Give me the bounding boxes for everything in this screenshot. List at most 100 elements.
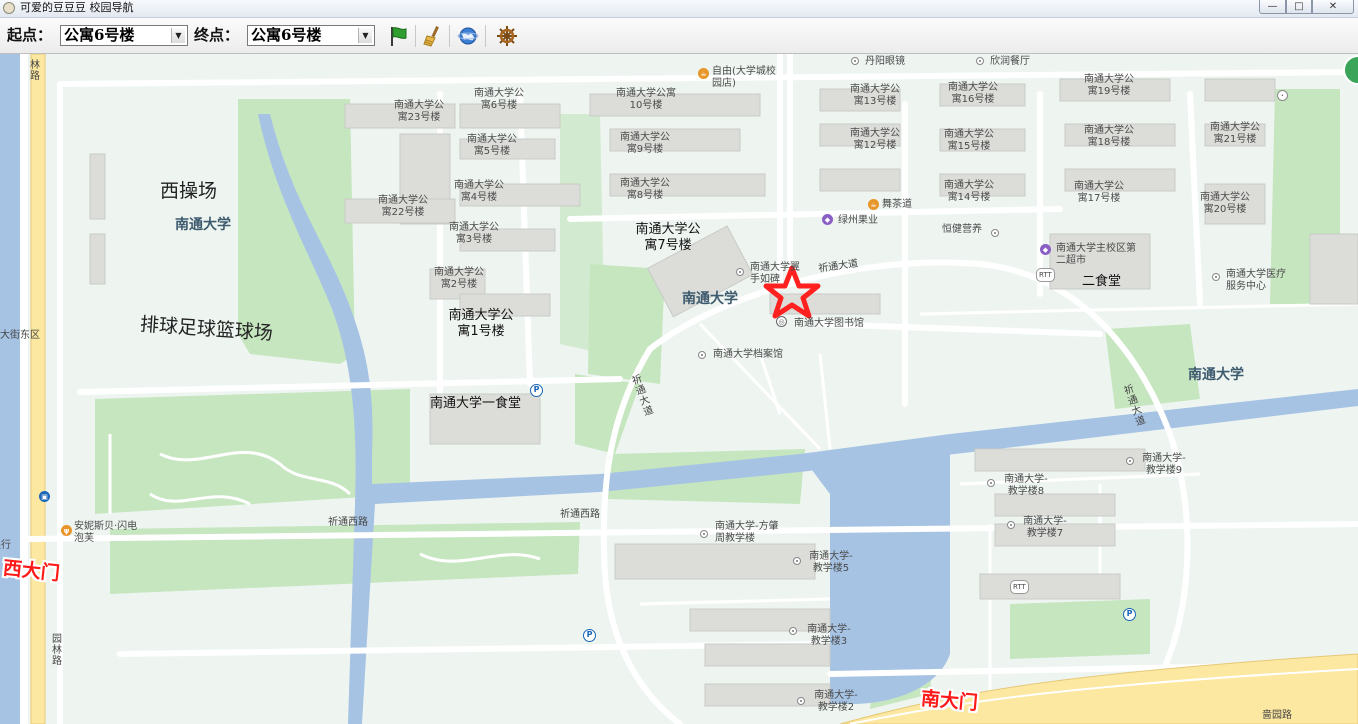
poi-marker[interactable] (976, 57, 984, 65)
dorm-label[interactable]: 南通大学公寓14号楼 (940, 180, 998, 204)
poi-marker[interactable] (991, 229, 999, 237)
parking-icon[interactable]: P (530, 384, 543, 397)
poi-marker[interactable]: · (1277, 90, 1288, 101)
poi-label: 南通大学-方肇周教学楼 (715, 521, 779, 544)
road-label: 啬园路 (1262, 710, 1292, 721)
teaching-building-label[interactable]: 南通大学-教学楼5 (805, 551, 857, 575)
poi-marker[interactable] (987, 479, 995, 487)
poi-marker[interactable] (698, 351, 706, 359)
window-controls: — □ ✕ (1259, 0, 1354, 14)
chevron-down-icon[interactable]: ▼ (171, 28, 185, 43)
poi-marker[interactable] (1212, 273, 1220, 281)
poi-label: 银行 (0, 540, 11, 551)
end-value: 公寓6号楼 (251, 26, 322, 44)
dorm-label[interactable]: 南通大学公寓19号楼 (1080, 74, 1138, 98)
restaurant-icon[interactable]: ☕ (698, 68, 709, 79)
poi-label: 舞茶道 (882, 199, 912, 210)
dorm-label[interactable]: 南通大学公寓9号楼 (618, 132, 672, 156)
campus-map[interactable]: 西操场 排球足球篮球场 南通大学 南通大学 南通大学 西大门 南大门 祈通大道 … (0, 54, 1358, 724)
poi-marker[interactable] (1007, 521, 1015, 529)
canteen-1-label[interactable]: 南通大学一食堂 (430, 396, 521, 412)
dorm-label[interactable]: 南通大学公寓4号楼 (452, 180, 506, 204)
dorm-label[interactable]: 南通大学公寓6号楼 (472, 88, 526, 112)
shop-icon[interactable]: ◆ (822, 214, 833, 225)
end-select[interactable]: 公寓6号楼 ▼ (247, 25, 375, 46)
globe-icon (457, 27, 479, 45)
dorm-label[interactable]: 南通大学公寓8号楼 (618, 178, 672, 202)
app-icon (3, 2, 15, 14)
teaching-building-label[interactable]: 南通大学-教学楼2 (810, 690, 862, 714)
toolbar-separator (415, 25, 416, 47)
dorm-label[interactable]: 南通大学公寓7号楼 (630, 222, 706, 254)
transit-badge: RTT (1010, 580, 1029, 594)
parking-icon[interactable]: P (583, 629, 596, 642)
poi-marker[interactable] (851, 57, 859, 65)
road-label: 园林路 (52, 634, 62, 667)
close-button[interactable]: ✕ (1312, 0, 1354, 14)
poi-marker[interactable] (789, 627, 797, 635)
poi-marker[interactable] (793, 557, 801, 565)
poi-label: 安妮斯贝·闪电泡芙 (74, 521, 138, 544)
teaching-building-label[interactable]: 南通大学-教学楼8 (1000, 474, 1052, 498)
dorm-label[interactable]: 南通大学公寓18号楼 (1080, 125, 1138, 149)
map-base (0, 54, 1358, 724)
west-gate-label[interactable]: 西大门 (2, 553, 62, 586)
poi-label: 南通大学档案馆 (713, 349, 783, 360)
dorm-label[interactable]: 南通大学公寓21号楼 (1206, 122, 1264, 146)
clear-button[interactable] (419, 23, 445, 49)
south-gate-label[interactable]: 南大门 (920, 684, 979, 716)
minimize-button[interactable]: — (1259, 0, 1286, 14)
restaurant-icon[interactable]: ψ (61, 525, 72, 536)
teaching-building-label[interactable]: 南通大学-教学楼9 (1138, 453, 1190, 477)
toolbar: 起点： 公寓6号楼 ▼ 终点： 公寓6号楼 ▼ (0, 18, 1358, 54)
helm-wheel-icon (497, 26, 517, 46)
dorm-label[interactable]: 南通大学公寓13号楼 (846, 84, 904, 108)
dorm-label[interactable]: 南通大学公寓22号楼 (376, 195, 430, 219)
start-value: 公寓6号楼 (64, 26, 135, 44)
west-field-label: 西操场 (160, 180, 218, 202)
start-label: 起点： (7, 26, 53, 44)
dorm-label[interactable]: 南通大学公寓5号楼 (465, 134, 519, 158)
poi-label: 自由(大学城校园店) (712, 66, 776, 89)
library-label[interactable]: 南通大学图书馆 (794, 318, 864, 330)
flag-button[interactable] (385, 23, 411, 49)
poi-label: 南通大学主校区第二超市 (1056, 243, 1136, 266)
poi-label: 恒健营养 (942, 224, 982, 235)
dorm-label[interactable]: 南通大学公寓12号楼 (846, 128, 904, 152)
dorm-label[interactable]: 南通大学公寓20号楼 (1196, 192, 1254, 216)
poi-label: 欣润餐厅 (990, 56, 1030, 67)
dorm-label[interactable]: 南通大学公寓10号楼 (614, 88, 678, 112)
road-label: 祈通西路 (328, 517, 368, 528)
university-label: 南通大学 (1188, 367, 1244, 383)
broom-icon (423, 26, 439, 47)
poi-label: 南通大学医疗服务中心 (1226, 269, 1286, 292)
teaching-building-label[interactable]: 南通大学-教学楼7 (1019, 516, 1071, 540)
poi-marker[interactable] (1126, 457, 1134, 465)
globe-button[interactable] (455, 23, 481, 49)
university-label: 南通大学 (175, 217, 231, 233)
dorm-label[interactable]: 南通大学公寓3号楼 (447, 222, 501, 246)
window-title: 可爱的豆豆豆 校园导航 (20, 1, 134, 14)
dorm-label[interactable]: 南通大学公寓17号楼 (1070, 181, 1128, 205)
bus-stop-icon[interactable]: ▣ (39, 491, 50, 502)
chevron-down-icon[interactable]: ▼ (358, 28, 372, 43)
canteen-2-label[interactable]: 二食堂 (1082, 274, 1121, 290)
teaching-building-label[interactable]: 南通大学-教学楼3 (803, 624, 855, 648)
poi-marker[interactable] (797, 697, 805, 705)
parking-icon[interactable]: P (1123, 608, 1136, 621)
poi-label: 丹阳眼镜 (865, 56, 905, 67)
poi-marker[interactable] (700, 530, 708, 538)
maximize-button[interactable]: □ (1286, 0, 1312, 14)
settings-button[interactable] (494, 23, 520, 49)
dorm-label[interactable]: 南通大学公寓16号楼 (944, 82, 1002, 106)
title-bar: 可爱的豆豆豆 校园导航 — □ ✕ (0, 0, 1358, 18)
dorm-label[interactable]: 南通大学公寓23号楼 (392, 100, 446, 124)
restaurant-icon[interactable]: ☕ (868, 199, 879, 210)
dorm-label[interactable]: 南通大学公寓1号楼 (446, 308, 516, 340)
library-icon[interactable]: ◎ (776, 316, 787, 327)
start-select[interactable]: 公寓6号楼 ▼ (60, 25, 188, 46)
dorm-label[interactable]: 南通大学公寓2号楼 (432, 267, 486, 291)
poi-marker[interactable] (736, 268, 744, 276)
dorm-label[interactable]: 南通大学公寓15号楼 (940, 129, 998, 153)
supermarket-icon[interactable]: ◆ (1040, 244, 1051, 255)
